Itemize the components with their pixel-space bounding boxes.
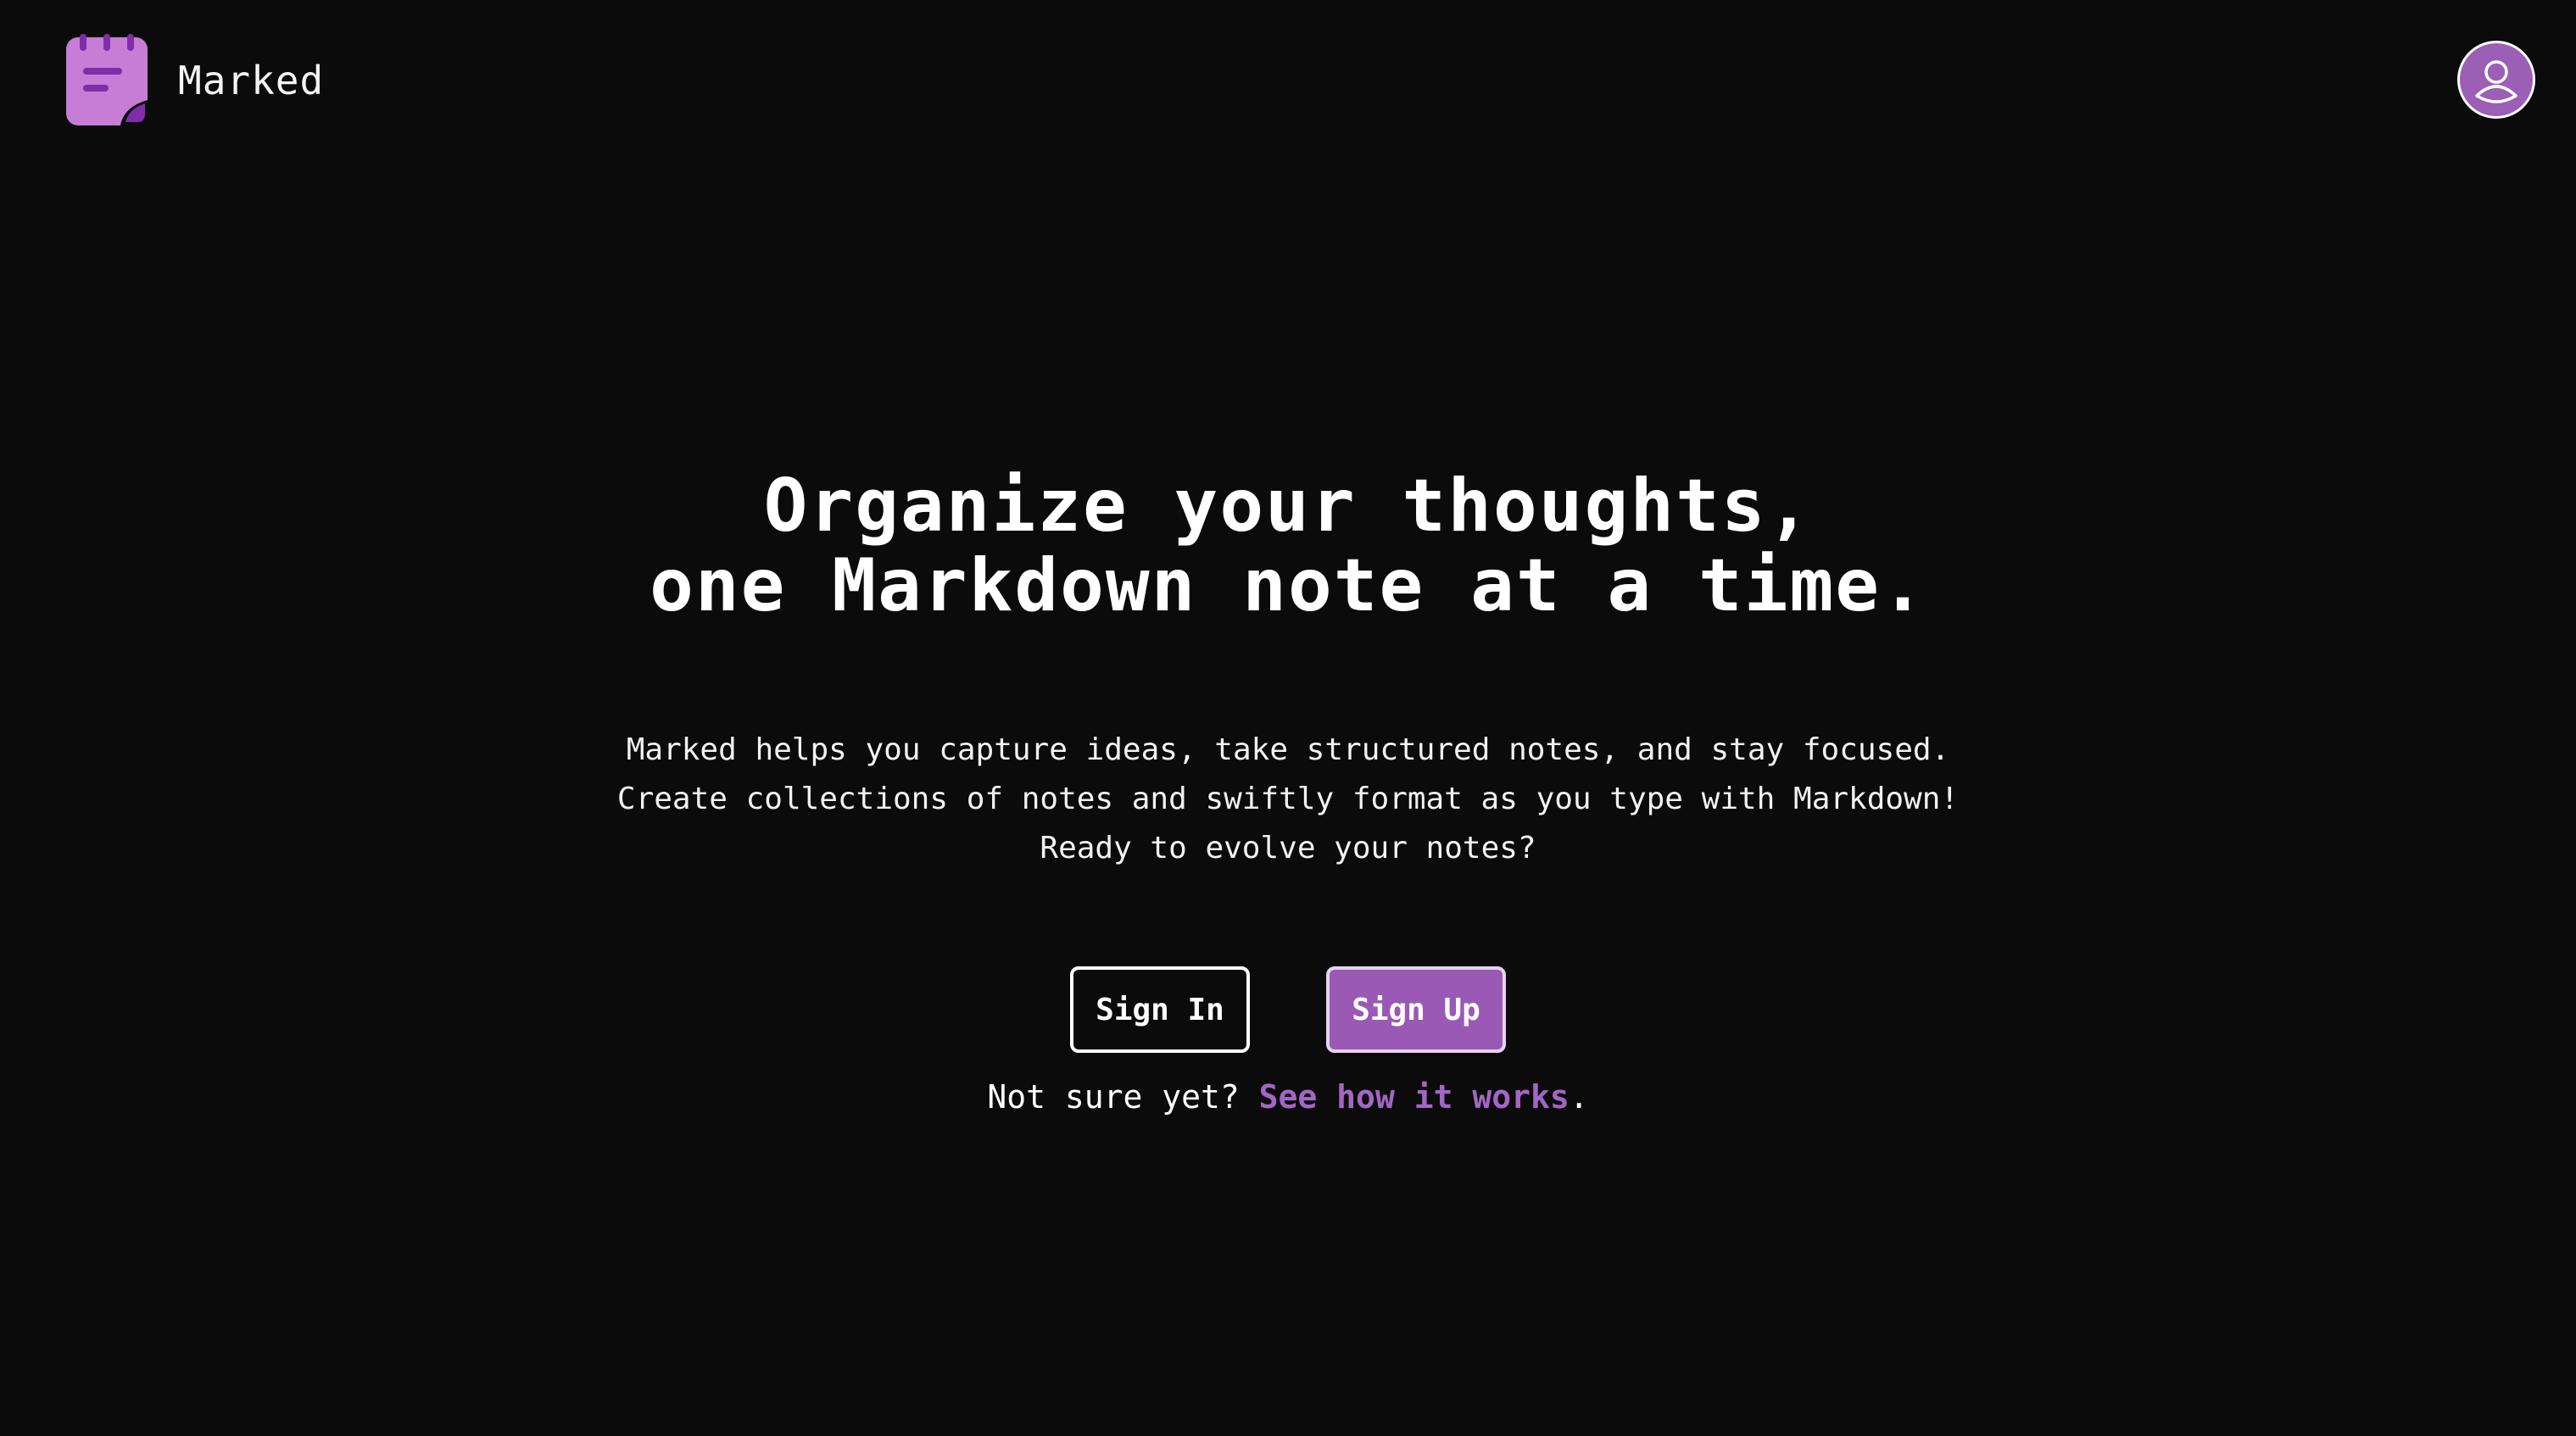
description-line-2: Create collections of notes and swiftly …	[616, 782, 1960, 816]
help-text: Not sure yet? See how it works.	[0, 1078, 2576, 1116]
brand-home-link[interactable]: Marked	[66, 34, 324, 127]
headline-line-1: Organize your thoughts,	[763, 464, 1813, 548]
notepad-icon	[66, 34, 148, 125]
hero-description: Marked helps you capture ideas, take str…	[0, 726, 2576, 873]
headline-line-2: one Markdown note at a time.	[650, 543, 1926, 628]
help-prefix: Not sure yet?	[987, 1078, 1259, 1116]
description-line-3: Ready to evolve your notes?	[1040, 831, 1536, 865]
sign-up-button[interactable]: Sign Up	[1326, 966, 1506, 1053]
landing-page: Marked Organize your thoughts, one Markd…	[0, 0, 2576, 1436]
auth-actions: Sign In Sign Up	[0, 966, 2576, 1053]
sign-in-button[interactable]: Sign In	[1070, 966, 1250, 1053]
user-icon	[2475, 60, 2517, 103]
see-how-it-works-link[interactable]: See how it works	[1259, 1078, 1570, 1116]
hero-section: Organize your thoughts, one Markdown not…	[0, 466, 2576, 1116]
help-suffix: .	[1569, 1078, 1589, 1116]
description-line-1: Marked helps you capture ideas, take str…	[626, 732, 1950, 767]
page-title: Organize your thoughts, one Markdown not…	[0, 466, 2576, 626]
brand-name: Marked	[178, 58, 325, 103]
user-avatar-button[interactable]	[2457, 41, 2535, 119]
